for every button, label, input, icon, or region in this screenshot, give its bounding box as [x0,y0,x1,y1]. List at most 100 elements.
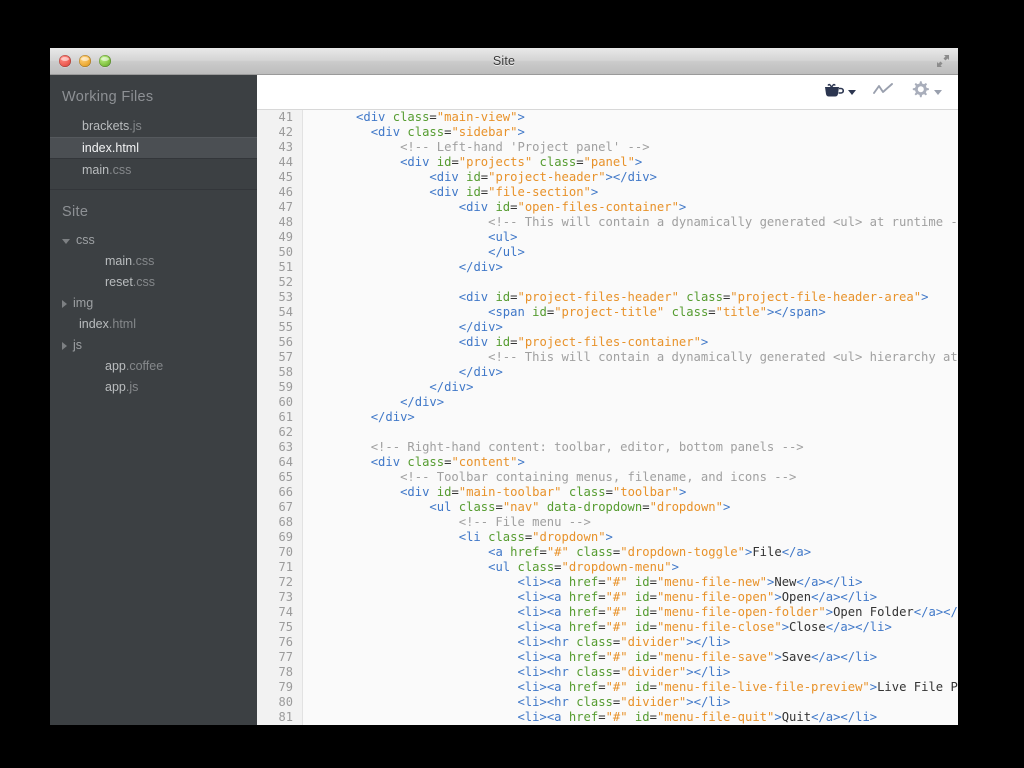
tree-item-name: img [73,296,94,310]
code-token-eq: = [598,620,606,634]
code-token-val: "menu-file-quit" [656,710,775,724]
code-token-val: "menu-file-save" [656,650,775,664]
code-token-brk: < [458,335,467,349]
code-editor[interactable]: 41 42 43 44 45 46 47 48 49 50 51 52 53 54 55 56 57 58 59 60… [257,110,958,725]
open-file-item[interactable]: main.css [50,159,257,181]
code-token-p [312,350,488,364]
code-token-eq: = [598,650,606,664]
code-token-tag: li [524,620,540,634]
open-file-ext: .js [129,119,142,133]
code-token-tag: ul [502,245,518,259]
code-token-txt: File [752,545,782,559]
code-token-tag: li [524,710,540,724]
code-line: </div> [312,380,958,395]
code-content[interactable]: <div class="main-view"> <div class="side… [303,110,958,725]
code-token-tag: div [407,485,430,499]
code-token-brk: >< [539,590,555,604]
code-token-tag: span [495,305,525,319]
tree-folder-item[interactable]: js [50,335,257,356]
code-token-p [312,215,488,229]
code-token-eq: = [649,680,657,694]
code-token-p [459,185,466,199]
code-token-brk: < [517,620,525,634]
tree-folder-item[interactable]: img [50,293,257,314]
code-line: <li><a href="#" id="menu-file-open-folde… [312,605,958,620]
tree-item-ext: .js [125,380,139,394]
code-token-p [628,710,635,724]
line-number: 59 [278,380,293,394]
code-token-p [562,590,569,604]
code-token-atr: id [495,290,511,304]
line-number: 54 [278,305,293,319]
line-number: 80 [278,695,293,709]
code-token-tag: a [928,605,936,619]
code-token-tag: div [436,170,459,184]
code-token-atr: id [634,710,650,724]
code-token-brk: > [869,650,878,664]
code-token-p [312,230,488,244]
open-file-item[interactable]: brackets.js [50,115,257,137]
code-token-eq: = [539,545,547,559]
line-chart-button[interactable] [872,81,894,104]
code-token-p [562,680,569,694]
line-number: 52 [278,275,293,289]
code-line: <div id="project-header"></div> [312,170,958,185]
tree-file-item[interactable]: index .html [50,314,257,335]
code-line: <!-- This will contain a dynamically gen… [312,215,958,230]
zoom-button[interactable] [99,55,111,67]
close-button[interactable] [59,55,71,67]
code-token-p [540,500,547,514]
code-token-brk: < [458,290,467,304]
tree-file-item[interactable]: app .coffee [50,356,257,377]
code-token-p [312,395,400,409]
minimize-button[interactable] [79,55,91,67]
line-number: 64 [278,455,293,469]
code-token-eq: = [554,560,562,574]
code-token-p [312,635,517,649]
gear-button[interactable] [910,80,942,105]
fullscreen-arrows-icon[interactable] [934,52,952,70]
code-token-com: <!-- Left-hand 'Project panel' --> [400,140,650,154]
tree-file-item[interactable]: reset .css [50,272,257,293]
code-token-atr: id [634,575,650,589]
code-token-brk: </ [811,650,826,664]
title-bar[interactable]: Site [50,48,958,75]
code-token-eq: = [649,605,657,619]
code-token-p [312,530,459,544]
code-token-val: "#" [605,590,628,604]
code-token-atr: id [436,155,452,169]
code-token-brk: ></ [767,305,790,319]
caret-down-icon[interactable] [62,239,70,244]
caret-right-icon[interactable] [62,341,67,350]
code-token-brk: > [818,305,826,319]
caret-right-icon[interactable] [62,299,67,308]
code-token-brk: >< [539,605,555,619]
code-token-p [628,605,635,619]
coffee-cup-button[interactable] [822,80,856,105]
code-token-brk: < [517,665,525,679]
code-token-p [312,410,371,424]
code-token-com: <!-- Toolbar containing menus, filename,… [400,470,797,484]
code-token-txt: Live File Preview [877,680,958,694]
code-token-brk: >< [539,710,555,724]
code-token-brk: < [517,710,525,724]
code-token-brk: > [921,290,929,304]
tree-folder-item[interactable]: css [50,230,257,251]
code-token-tag: a [554,710,562,724]
line-number: 70 [278,545,293,559]
line-number: 61 [278,410,293,424]
open-file-item[interactable]: index.html [50,137,257,159]
code-token-p [312,380,429,394]
code-token-tag: li [855,710,870,724]
tree-file-item[interactable]: app .js [50,377,257,398]
tree-file-item[interactable]: main .css [50,251,257,272]
code-token-brk: > [436,395,445,409]
code-token-p [562,650,569,664]
code-token-com: <!-- This will contain a dynamically gen… [488,215,958,229]
code-token-tag: div [378,455,401,469]
code-token-atr: href [568,650,599,664]
line-number-gutter: 41 42 43 44 45 46 47 48 49 50 51 52 53 54 55 56 57 58 59 60… [257,110,303,725]
code-line: <div class="main-view"> [312,110,958,125]
code-token-atr: class [517,560,555,574]
code-token-brk: > [722,635,731,649]
